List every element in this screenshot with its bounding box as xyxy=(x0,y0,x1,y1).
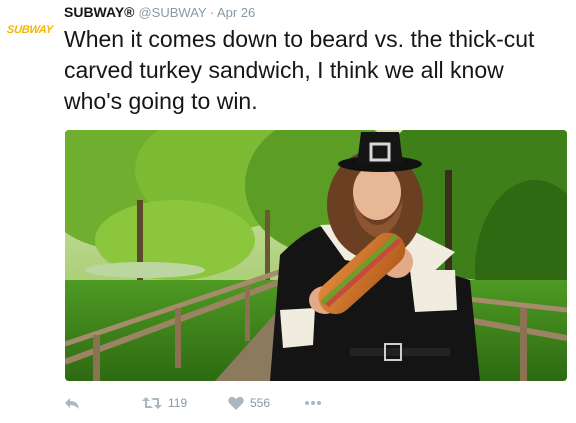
reply-icon xyxy=(64,396,80,410)
tweet-photo[interactable] xyxy=(65,130,567,381)
avatar[interactable]: SUBWAY xyxy=(2,22,58,38)
retweet-icon xyxy=(142,396,162,410)
tweet-card: SUBWAY SUBWAY® @SUBWAY · Apr 26 When it … xyxy=(0,0,576,423)
pilgrim-forest-photo xyxy=(65,130,567,381)
heart-icon xyxy=(228,396,244,410)
like-count: 556 xyxy=(250,396,271,410)
tweet-date[interactable]: Apr 26 xyxy=(217,5,255,20)
tweet-header: SUBWAY® @SUBWAY · Apr 26 xyxy=(64,4,255,22)
tweet-text: When it comes down to beard vs. the thic… xyxy=(64,26,535,114)
display-name[interactable]: SUBWAY® xyxy=(64,4,134,20)
retweet-count: 119 xyxy=(168,396,188,410)
more-icon xyxy=(304,400,322,406)
header-separator: · xyxy=(209,5,214,20)
retweet-button[interactable]: 119 xyxy=(142,396,228,410)
more-button[interactable] xyxy=(304,400,322,406)
user-handle[interactable]: @SUBWAY xyxy=(138,5,206,20)
subway-logo: SUBWAY xyxy=(6,24,54,36)
like-button[interactable]: 556 xyxy=(228,396,304,410)
reply-button[interactable] xyxy=(64,396,142,410)
tweet-actions: 119 556 xyxy=(64,392,322,414)
